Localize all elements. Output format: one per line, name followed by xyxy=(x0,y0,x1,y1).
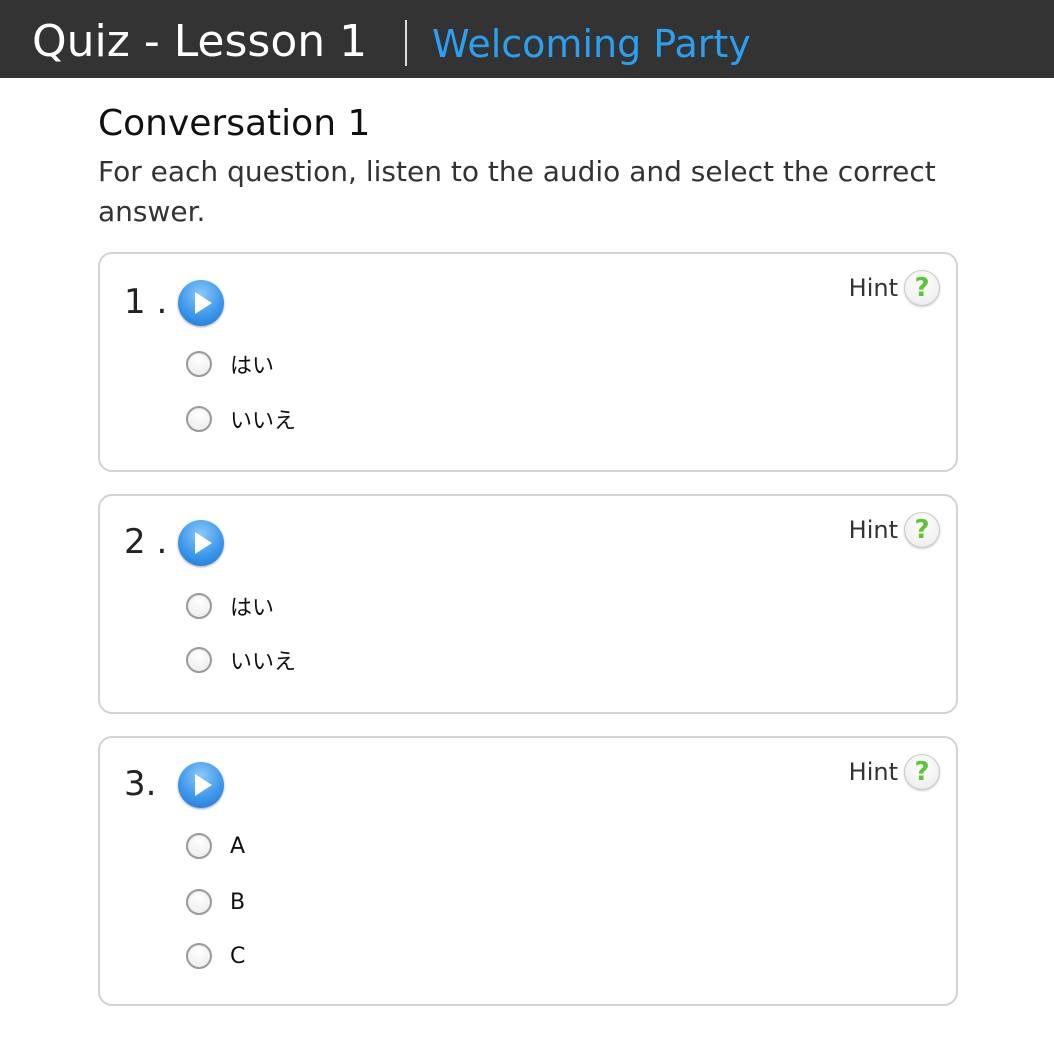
radio-button[interactable] xyxy=(186,406,212,432)
option-label: はい xyxy=(230,596,275,621)
question-number: 2 . xyxy=(124,522,168,562)
quiz-title: Quiz - Lesson 1 xyxy=(32,16,368,67)
answer-option[interactable]: A xyxy=(186,830,245,862)
option-label: いいえ xyxy=(230,409,297,434)
hint-label: Hint xyxy=(848,758,898,786)
hint-label: Hint xyxy=(848,274,898,302)
question-card-3: 3. Hint ? A B C xyxy=(98,736,958,1006)
radio-button[interactable] xyxy=(186,889,212,915)
play-icon xyxy=(195,292,212,314)
hint-button[interactable]: Hint ? xyxy=(849,510,940,550)
title-separator xyxy=(405,20,407,66)
play-icon xyxy=(195,532,212,554)
answer-option[interactable]: C xyxy=(186,940,245,972)
radio-button[interactable] xyxy=(186,351,212,377)
hint-button[interactable]: Hint ? xyxy=(849,752,940,792)
app-header: Quiz - Lesson 1 Welcoming Party xyxy=(0,0,1054,78)
radio-button[interactable] xyxy=(186,833,212,859)
play-audio-button[interactable] xyxy=(178,520,224,566)
answer-option[interactable]: B xyxy=(186,886,245,918)
play-audio-button[interactable] xyxy=(178,280,224,326)
answer-option[interactable]: はい xyxy=(186,590,274,622)
option-label: B xyxy=(230,889,246,915)
radio-button[interactable] xyxy=(186,943,212,969)
option-label: A xyxy=(230,833,246,859)
help-icon: ? xyxy=(904,754,940,790)
lesson-subtitle: Welcoming Party xyxy=(432,22,751,66)
question-card-2: 2 . Hint ? はい いいえ xyxy=(98,494,958,714)
option-label: はい xyxy=(230,354,275,379)
question-card-1: 1 . Hint ? はい いいえ xyxy=(98,252,958,472)
answer-option[interactable]: はい xyxy=(186,348,274,380)
option-label: いいえ xyxy=(230,650,297,675)
hint-label: Hint xyxy=(848,516,898,544)
answer-option[interactable]: いいえ xyxy=(186,403,296,435)
hint-button[interactable]: Hint ? xyxy=(849,268,940,308)
play-audio-button[interactable] xyxy=(178,762,224,808)
radio-button[interactable] xyxy=(186,647,212,673)
instructions-text: For each question, listen to the audio a… xyxy=(98,155,936,228)
option-label: C xyxy=(230,943,246,969)
answer-option[interactable]: いいえ xyxy=(186,644,296,676)
question-number: 1 . xyxy=(124,282,168,322)
help-icon: ? xyxy=(904,512,940,548)
radio-button[interactable] xyxy=(186,593,212,619)
question-number: 3. xyxy=(124,764,157,804)
help-icon: ? xyxy=(904,270,940,306)
section-title: Conversation 1 xyxy=(98,103,371,144)
play-icon xyxy=(195,774,212,796)
